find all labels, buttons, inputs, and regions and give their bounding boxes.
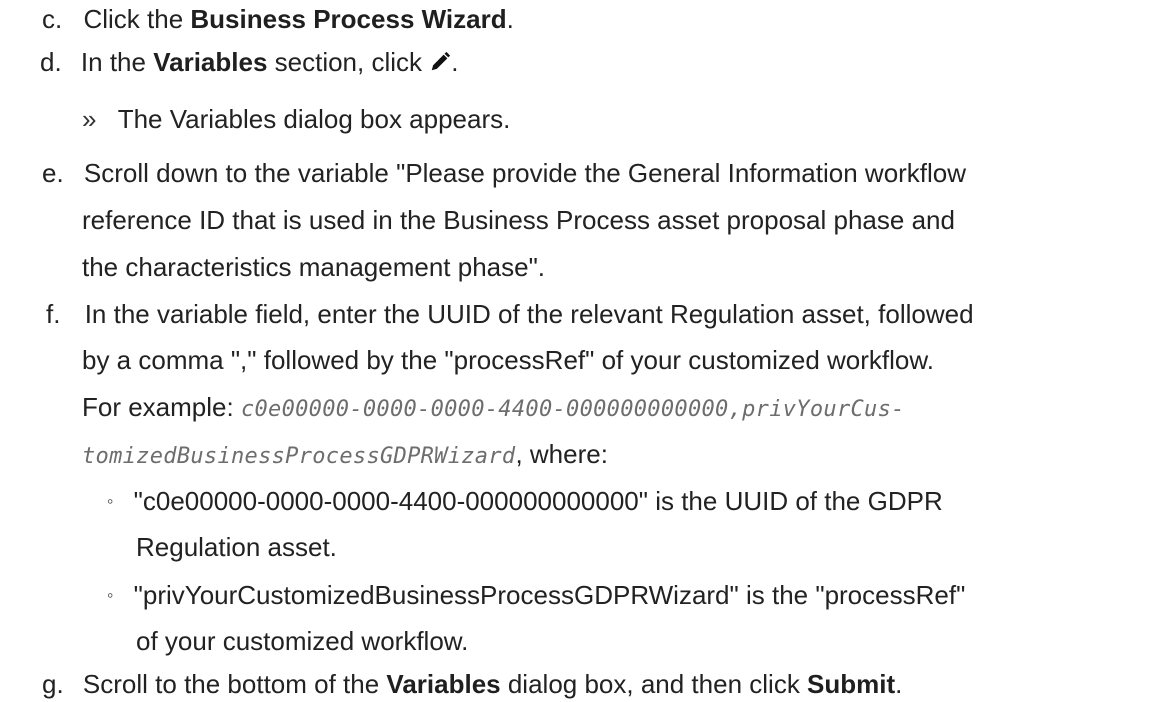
step-c: c. Click the Business Process Wizard. bbox=[42, 2, 514, 36]
step-g-end: . bbox=[895, 669, 903, 699]
step-e-label: e. bbox=[42, 158, 64, 188]
step-g-text-2: dialog box, and then click bbox=[500, 669, 808, 699]
bullet-uuid: ◦ "c0e00000-0000-0000-4400-000000000000"… bbox=[107, 484, 943, 518]
step-d-text: In the bbox=[80, 47, 154, 77]
bullet-uuid-line-1: "c0e00000-0000-0000-4400-000000000000" i… bbox=[133, 486, 943, 516]
example-code-part-1: c0e00000-0000-0000-4400-000000000000,pri… bbox=[240, 397, 905, 422]
step-g: g. Scroll to the bottom of the Variables… bbox=[42, 667, 902, 701]
step-f-line-2: by a comma "," followed by the "processR… bbox=[82, 345, 934, 375]
step-e-line-2: reference ID that is used in the Busines… bbox=[82, 205, 955, 235]
variables-dialog-name: Variables bbox=[386, 669, 501, 699]
step-f-label: f. bbox=[46, 299, 61, 329]
bullet-processref-line-1: "privYourCustomizedBusinessProcessGDPRWi… bbox=[133, 580, 966, 610]
step-g-text: Scroll to the bottom of the bbox=[82, 669, 387, 699]
step-g-label: g. bbox=[42, 669, 64, 699]
step-d-result: » The Variables dialog box appears. bbox=[82, 102, 510, 136]
result-marker: » bbox=[82, 104, 97, 134]
step-d: d. In the Variables section, click . bbox=[40, 45, 458, 79]
step-c-text: Click the bbox=[83, 4, 191, 34]
step-c-end: . bbox=[506, 4, 514, 34]
pencil-icon bbox=[431, 51, 451, 71]
bullet-processref-line-2: of your customized workflow. bbox=[136, 626, 469, 656]
bullet-marker: ◦ bbox=[107, 491, 114, 511]
step-f-example-line-1: For example: c0e00000-0000-0000-4400-000… bbox=[82, 390, 905, 427]
step-f-line-1: In the variable field, enter the UUID of… bbox=[84, 299, 974, 329]
step-c-label: c. bbox=[42, 4, 63, 34]
submit-button-name: Submit bbox=[807, 669, 896, 699]
step-d-text-2: section, click bbox=[267, 47, 430, 77]
step-d-label: d. bbox=[40, 47, 62, 77]
step-e-line-3: the characteristics management phase". bbox=[82, 252, 546, 282]
variables-section-name: Variables bbox=[153, 47, 268, 77]
instruction-document: c. Click the Business Process Wizard. d.… bbox=[0, 0, 1170, 702]
bullet-processref: ◦ "privYourCustomizedBusinessProcessGDPR… bbox=[107, 578, 965, 612]
example-suffix: , where: bbox=[515, 439, 608, 469]
step-d-result-text: The Variables dialog box appears. bbox=[117, 104, 511, 134]
bullet-uuid-line-2: Regulation asset. bbox=[136, 532, 337, 562]
business-process-wizard-link: Business Process Wizard bbox=[190, 4, 507, 34]
bullet-marker: ◦ bbox=[107, 585, 114, 605]
step-f-example-line-2: tomizedBusinessProcessGDPRWizard, where: bbox=[82, 437, 608, 474]
example-prefix: For example: bbox=[82, 392, 241, 422]
step-e-line-1: Scroll down to the variable "Please prov… bbox=[83, 158, 967, 188]
step-d-end: . bbox=[451, 47, 459, 77]
step-e: e. Scroll down to the variable "Please p… bbox=[42, 156, 966, 190]
example-code-part-2: tomizedBusinessProcessGDPRWizard bbox=[82, 444, 516, 469]
step-f: f. In the variable field, enter the UUID… bbox=[46, 297, 974, 331]
